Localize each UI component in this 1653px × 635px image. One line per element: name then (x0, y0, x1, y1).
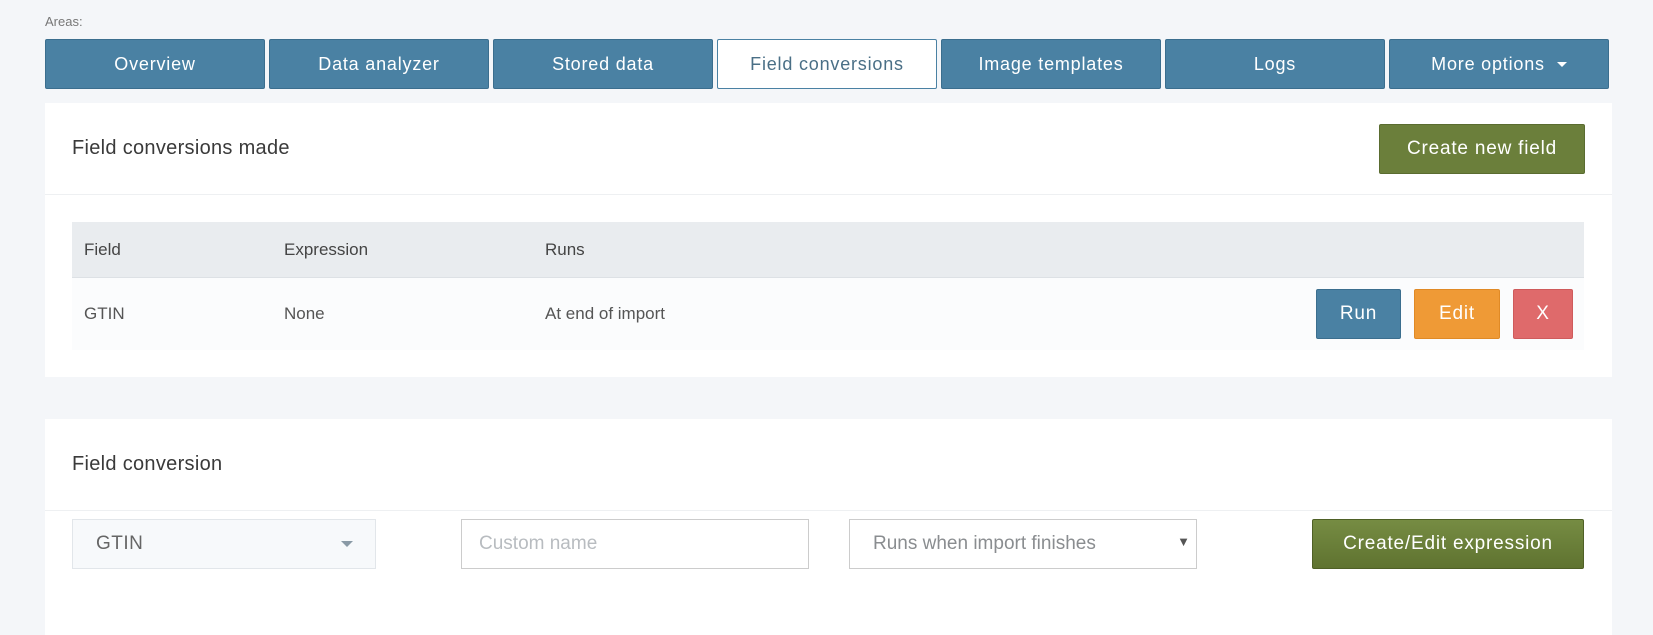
table-row: GTIN None At end of import Run Edit X (72, 278, 1584, 350)
edit-button[interactable]: Edit (1414, 289, 1500, 339)
conversions-table: Field Expression Runs GTIN None At end o… (72, 222, 1584, 350)
conversion-form-row: GTIN Runs when import finishes ▼ Create/… (72, 519, 1584, 569)
tab-field-conversions[interactable]: Field conversions (717, 39, 937, 89)
tab-more-options-label: More options (1431, 53, 1545, 74)
column-header-field: Field (84, 239, 121, 259)
runs-select-value: Runs when import finishes (873, 533, 1096, 554)
tab-logs[interactable]: Logs (1165, 39, 1385, 89)
create-edit-expression-button[interactable]: Create/Edit expression (1312, 519, 1584, 569)
cell-field: GTIN (84, 304, 125, 323)
tab-stored-data[interactable]: Stored data (493, 39, 713, 89)
column-header-runs: Runs (545, 239, 585, 259)
tab-data-analyzer[interactable]: Data analyzer (269, 39, 489, 89)
delete-button[interactable]: X (1513, 289, 1573, 339)
caret-down-icon (1556, 61, 1567, 67)
cell-runs: At end of import (545, 304, 666, 323)
table-header: Field Expression Runs (72, 222, 1584, 278)
run-button[interactable]: Run (1316, 289, 1401, 339)
column-header-expression: Expression (284, 239, 369, 259)
field-conversion-form-panel: Field conversion GTIN Runs when import f… (45, 419, 1612, 635)
cell-expression: None (284, 304, 325, 323)
field-select-value: GTIN (96, 533, 144, 554)
create-new-field-button[interactable]: Create new field (1379, 124, 1585, 174)
form-panel-title: Field conversion (72, 453, 223, 475)
row-actions: Run Edit X (1316, 289, 1573, 339)
panel-header: Field conversions made Create new field (45, 103, 1612, 195)
runs-select[interactable]: Runs when import finishes ▼ (849, 519, 1197, 569)
tab-more-options[interactable]: More options (1389, 39, 1609, 89)
chevron-down-icon (341, 541, 353, 547)
dropdown-arrow-icon: ▼ (1177, 534, 1190, 549)
field-conversions-panel: Field conversions made Create new field … (45, 103, 1612, 377)
areas-label: Areas: (45, 14, 83, 29)
tab-overview[interactable]: Overview (45, 39, 265, 89)
custom-name-input[interactable] (461, 519, 809, 569)
field-select[interactable]: GTIN (72, 519, 376, 569)
tab-image-templates[interactable]: Image templates (941, 39, 1161, 89)
panel-title: Field conversions made (72, 137, 290, 159)
area-tabs: Overview Data analyzer Stored data Field… (45, 39, 1609, 89)
form-panel-header: Field conversion (45, 419, 1612, 511)
